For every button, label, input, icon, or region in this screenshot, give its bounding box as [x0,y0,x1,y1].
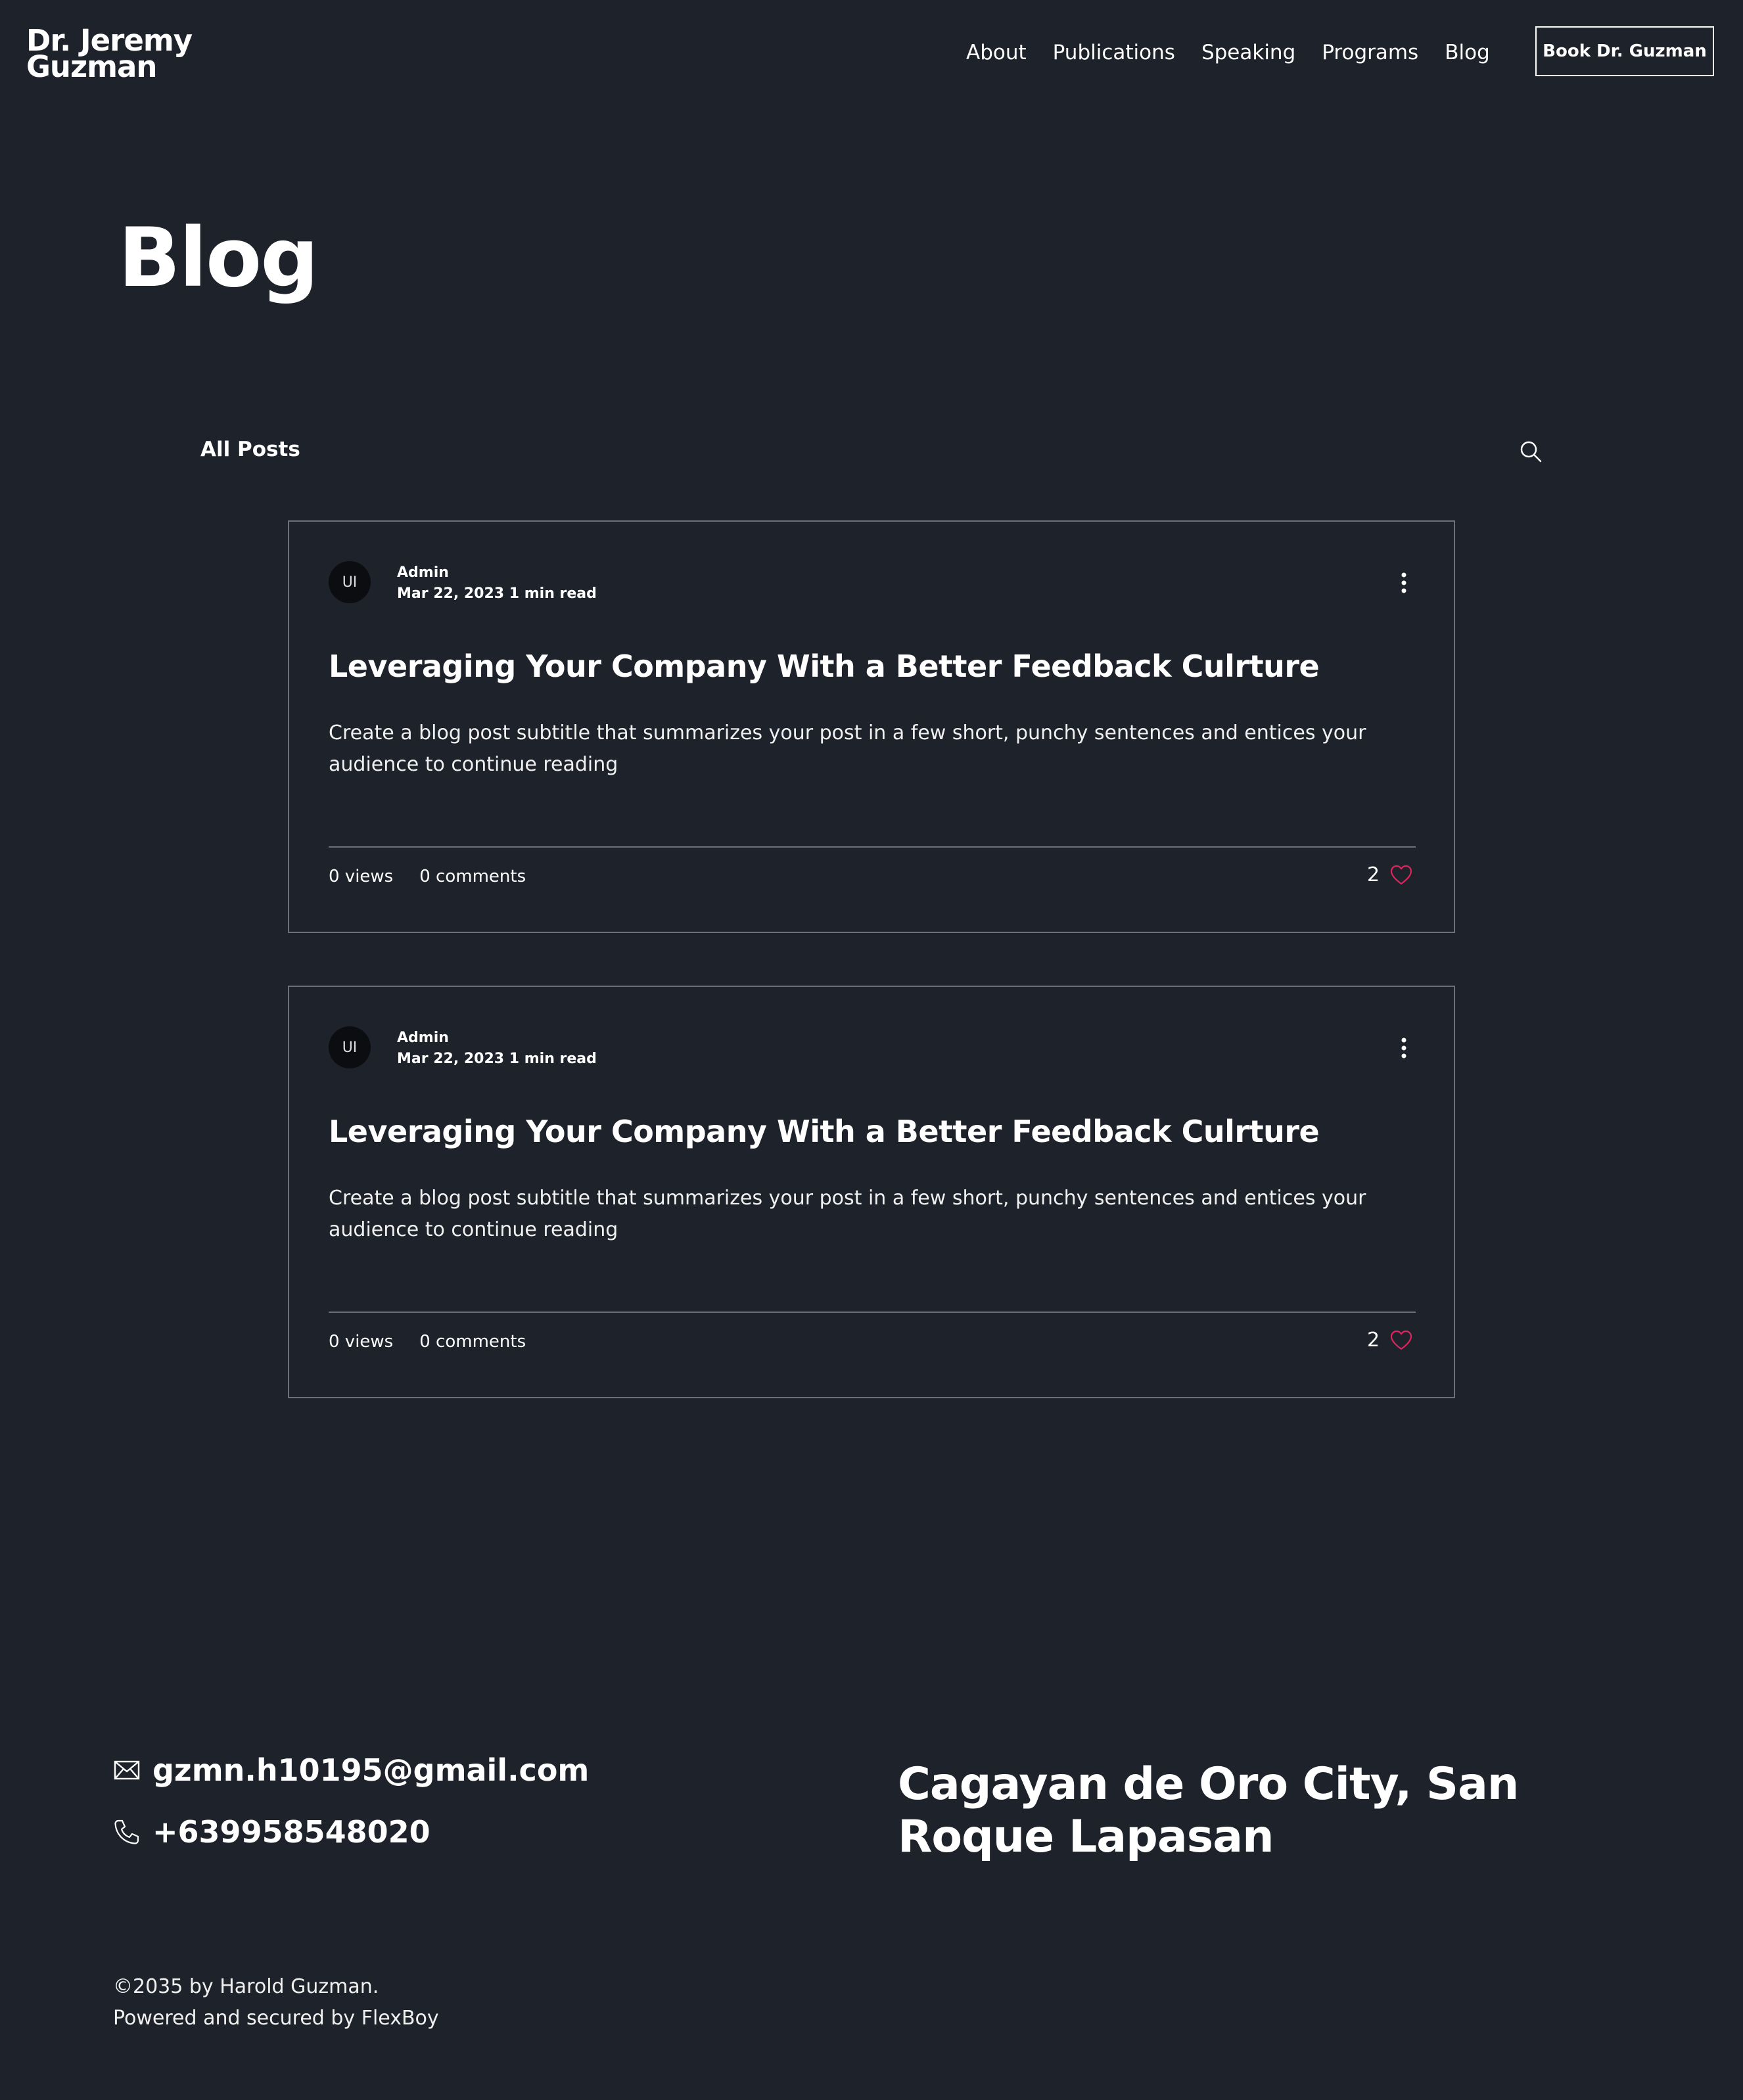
heart-icon[interactable] [1390,1329,1412,1352]
phone-link[interactable]: +639958548020 [152,1812,430,1852]
heart-icon[interactable] [1390,864,1412,886]
category-all-posts[interactable]: All Posts [200,438,300,461]
post-excerpt[interactable]: Create a blog post subtitle that summari… [329,1183,1417,1246]
read-time: 1 min read [509,585,597,602]
author-name[interactable]: Admin [397,562,449,583]
author-name[interactable]: Admin [397,1028,449,1049]
post-date: Mar 22, 2023 [397,585,505,602]
contact-phone-row: +639958548020 [113,1812,430,1852]
post-card[interactable]: UI Admin Mar 22, 2023 1 min read Leverag… [288,986,1455,1398]
contact-email-row: gzmn.h10195@gmail.com [113,1750,589,1790]
main-nav: About Publications Speaking Programs Blo… [966,41,1516,64]
post-stats: 0 views 0 comments [329,863,526,890]
phone-icon [113,1818,141,1846]
envelope-icon [113,1756,141,1784]
likes-count: 2 [1367,863,1380,886]
powered-by-line: Powered and secured by FlexBoy [113,2007,439,2030]
site-logo[interactable]: Dr. Jeremy Guzman [26,26,263,84]
nav-item-speaking[interactable]: Speaking [1201,41,1295,64]
post-excerpt[interactable]: Create a blog post subtitle that summari… [329,718,1417,781]
divider [329,1312,1416,1313]
address: Cagayan de Oro City, San Roque Lapasan [898,1758,1519,1863]
views-count: 0 views [329,867,394,886]
author-avatar[interactable]: UI [329,561,371,603]
divider [329,846,1416,848]
read-time: 1 min read [509,1051,597,1067]
email-link[interactable]: gzmn.h10195@gmail.com [152,1750,589,1790]
post-meta: Mar 22, 2023 1 min read [397,583,597,605]
nav-item-about[interactable]: About [966,41,1027,64]
comments-link[interactable]: 0 comments [419,1329,526,1355]
brand-line-2: Guzman [26,49,157,84]
book-dr-guzman-button[interactable]: Book Dr. Guzman [1535,26,1714,76]
nav-item-publications[interactable]: Publications [1053,41,1175,64]
likes: 2 [1367,1326,1412,1355]
post-title[interactable]: Leveraging Your Company With a Better Fe… [329,1110,1320,1153]
more-vertical-icon[interactable] [1393,1033,1414,1063]
copyright-line: ©2035 by Harold Guzman. [113,1975,379,1998]
likes: 2 [1367,861,1412,890]
page: Dr. Jeremy Guzman About Publications Spe… [0,0,1743,2100]
nav-item-programs[interactable]: Programs [1322,41,1418,64]
post-meta: Mar 22, 2023 1 min read [397,1049,597,1070]
post-card[interactable]: UI Admin Mar 22, 2023 1 min read Leverag… [288,520,1455,933]
post-stats: 0 views 0 comments [329,1329,526,1355]
copyright: ©2035 by Harold Guzman. Powered and secu… [113,1971,439,2034]
page-title: Blog [118,211,319,306]
likes-count: 2 [1367,1329,1380,1352]
search-icon[interactable] [1518,439,1545,465]
nav-item-blog[interactable]: Blog [1445,41,1490,64]
comments-link[interactable]: 0 comments [419,863,526,890]
more-vertical-icon[interactable] [1393,568,1414,598]
author-avatar[interactable]: UI [329,1026,371,1068]
post-date: Mar 22, 2023 [397,1051,505,1067]
post-title[interactable]: Leveraging Your Company With a Better Fe… [329,645,1320,687]
views-count: 0 views [329,1332,394,1352]
